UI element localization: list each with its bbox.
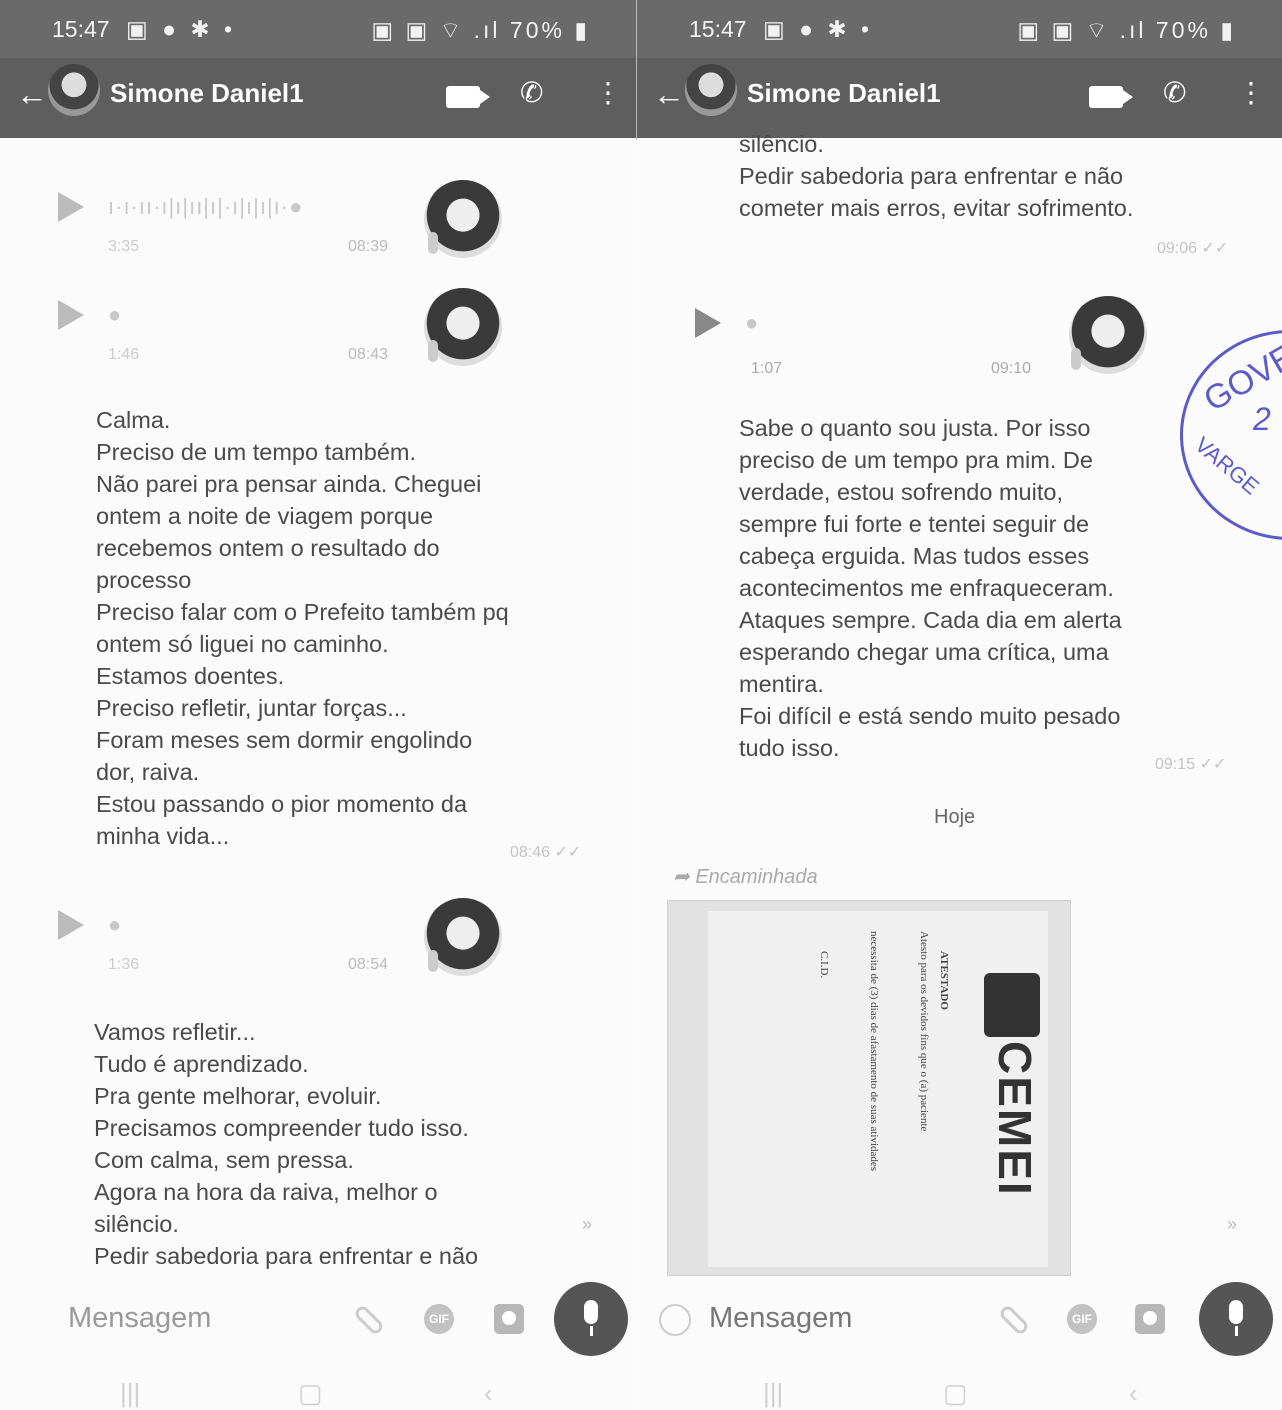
recent-apps-icon[interactable]: ||| <box>120 1378 140 1409</box>
waveform: ● <box>745 310 760 335</box>
status-time: 15:47 <box>52 16 110 42</box>
message-time: 08:46 ✓✓ <box>510 844 582 861</box>
voice-duration: 1:36 <box>108 956 140 973</box>
medical-certificate-image: CEMEI ATESTADO Atesto para os devidos fi… <box>708 911 1048 1267</box>
certificate-line: necessita de (3) dias de afastamento de … <box>868 931 880 1172</box>
mic-icon <box>1071 348 1081 370</box>
notification-icons: ▣ ● ✱ • <box>125 16 237 42</box>
play-icon[interactable] <box>695 308 721 338</box>
battery-percent: 70% <box>509 17 565 43</box>
cemei-logo <box>984 973 1040 1037</box>
certificate-line: C.I.D. <box>818 951 830 979</box>
voice-duration: 3:35 <box>108 238 140 255</box>
waveform: ● <box>108 302 123 327</box>
gif-icon[interactable]: GIF <box>1067 1304 1097 1334</box>
back-arrow-icon[interactable]: ← <box>653 76 685 113</box>
more-options-icon[interactable]: ⋮ <box>594 76 622 109</box>
voice-time: 09:10 <box>991 360 1032 377</box>
message-text: Vamos refletir... Tudo é aprendizado. Pr… <box>94 1019 479 1269</box>
certificate-line: Atesto para os devidos fins que o (a) pa… <box>918 931 930 1132</box>
voice-time: 08:43 <box>348 346 389 363</box>
play-icon[interactable] <box>58 300 84 330</box>
message-text: Calma. Preciso de um tempo também. Não p… <box>96 407 509 849</box>
voice-time: 08:54 <box>348 956 389 973</box>
home-icon[interactable]: ▢ <box>298 1378 323 1409</box>
battery-indicator: ▣ ▣ ⌔ .ıl 70% ▮ <box>371 17 590 43</box>
certificate-title: ATESTADO <box>938 951 950 1010</box>
forwarded-text: Encaminhada <box>695 866 818 888</box>
emoji-icon[interactable] <box>659 1304 691 1336</box>
contact-name[interactable]: Simone Daniel1 <box>110 78 304 109</box>
official-stamp: GOVER 2 VARGE <box>1180 325 1282 540</box>
stamp-clip: GOVER 2 VARGE <box>1170 0 1282 1410</box>
scroll-down-icon[interactable]: » <box>582 1214 592 1235</box>
voice-message[interactable]: ● 1:07 09:10 <box>695 296 1155 396</box>
nav-back-icon[interactable]: ‹ <box>484 1378 493 1409</box>
video-call-icon[interactable] <box>446 86 490 108</box>
system-nav-bar: ||| ▢ ‹ <box>0 1378 636 1410</box>
forwarded-image[interactable]: CEMEI ATESTADO Atesto para os devidos fi… <box>667 900 1071 1276</box>
voice-duration: 1:07 <box>751 360 783 377</box>
chat-header: ← Simone Daniel1 ✆ ⋮ <box>0 58 636 138</box>
message-input[interactable]: Mensagem <box>68 1302 211 1335</box>
date-separator: Hoje <box>934 806 976 828</box>
stamp-text: VARGE <box>1190 431 1264 500</box>
brand-name: CEMEI <box>989 1041 1041 1197</box>
play-icon[interactable] <box>58 192 84 222</box>
play-icon[interactable] <box>58 910 84 940</box>
waveform: ● <box>108 912 123 937</box>
voice-message[interactable]: ı·ı·ıı·ı|ı|ıı|ı|·ı|ı|ı|ı·● 3:35 08:39 <box>58 180 508 280</box>
stamp-text: 2 <box>1253 401 1271 437</box>
attach-icon[interactable] <box>997 1303 1031 1337</box>
status-time: 15:47 <box>689 16 747 42</box>
notification-icons: ▣ ● ✱ • <box>762 16 874 42</box>
camera-icon[interactable] <box>1135 1304 1165 1334</box>
message-input[interactable]: Mensagem <box>709 1302 852 1335</box>
voice-message[interactable]: ● 1:46 08:43 <box>58 288 508 388</box>
mic-icon <box>428 232 438 254</box>
camera-icon[interactable] <box>494 1304 524 1334</box>
video-call-icon[interactable] <box>1089 86 1133 108</box>
contact-avatar[interactable] <box>685 64 737 116</box>
mic-icon <box>428 340 438 362</box>
message-time-value: 08:46 <box>510 844 551 861</box>
status-bar: 15:47 ▣ ● ✱ • ▣ ▣ ⌔ .ıl 70% ▮ <box>0 0 636 58</box>
contact-avatar[interactable] <box>48 64 100 116</box>
gif-icon[interactable]: GIF <box>424 1304 454 1334</box>
contact-name[interactable]: Simone Daniel1 <box>747 78 941 109</box>
forwarded-label: ➦ Encaminhada <box>673 866 818 888</box>
voice-duration: 1:46 <box>108 346 140 363</box>
attach-icon[interactable] <box>352 1303 386 1337</box>
nav-back-icon[interactable]: ‹ <box>1129 1378 1138 1409</box>
home-icon[interactable]: ▢ <box>943 1378 968 1409</box>
recent-apps-icon[interactable]: ||| <box>763 1378 783 1409</box>
record-audio-button[interactable] <box>554 1282 628 1356</box>
mic-icon <box>428 950 438 972</box>
back-arrow-icon[interactable]: ← <box>16 76 48 113</box>
message-input-bar: Mensagem GIF <box>0 1282 636 1356</box>
phone-icon[interactable]: ✆ <box>520 76 543 109</box>
voice-message[interactable]: ● 1:36 08:54 <box>58 898 508 998</box>
voice-time: 08:39 <box>348 238 389 255</box>
waveform: ı·ı·ıı·ı|ı|ıı|ı|·ı|ı|ı|ı·● <box>108 194 304 219</box>
left-screen: 15:47 ▣ ● ✱ • ▣ ▣ ⌔ .ıl 70% ▮ ← Simone D… <box>0 0 636 1410</box>
